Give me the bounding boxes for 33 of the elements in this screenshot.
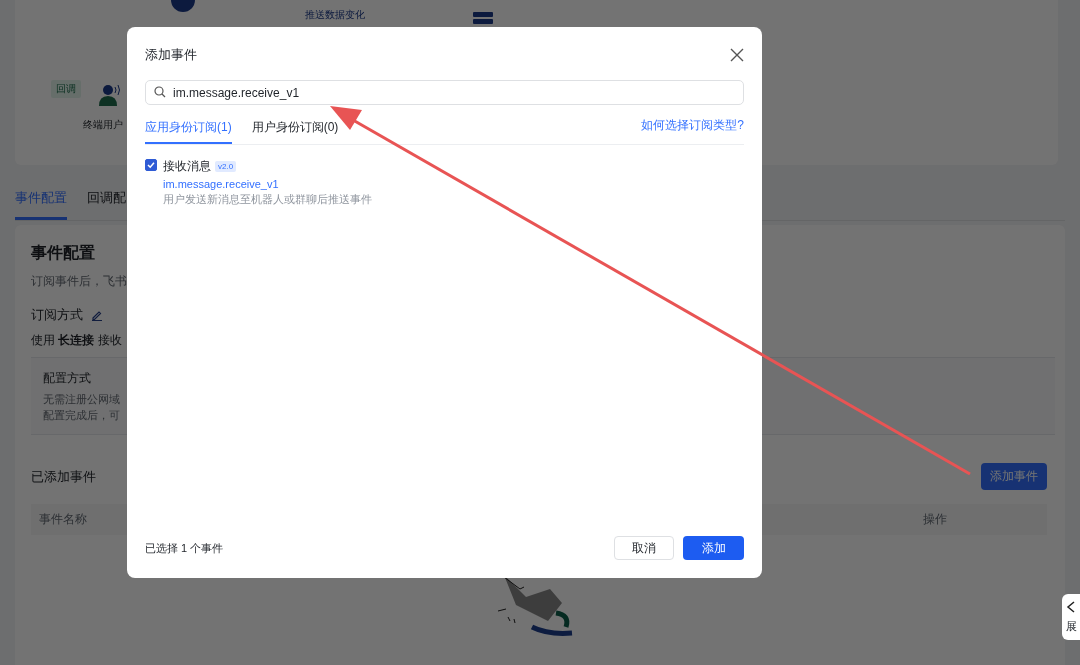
help-link[interactable]: 如何选择订阅类型? [641,117,744,144]
subscription-tab[interactable]: 用户身份订阅(0) [251,119,339,144]
close-icon[interactable] [730,48,744,62]
method-text: 使用 长连接 接收 [31,332,123,349]
side-expand-tab[interactable]: 展 [1062,594,1080,640]
section-description: 订阅事件后，飞书 [31,273,128,290]
config-title: 配置方式 [43,370,92,387]
checkbox[interactable] [145,159,157,171]
cancel-button[interactable]: 取消 [614,536,674,560]
edit-icon[interactable] [91,309,103,321]
added-events-title: 已添加事件 [31,467,96,486]
dialog-title: 添加事件 [145,46,197,64]
page-tab[interactable]: 回调配 [87,186,126,220]
version-badge: v2.0 [215,161,237,172]
search-icon [154,86,166,98]
column-header: 操作 [923,511,947,528]
column-header: 事件名称 [39,511,87,528]
step-label: 推送数据变化 [305,9,365,21]
add-button[interactable]: 添加 [683,536,744,560]
server-icon [473,12,493,24]
section-title: 事件配置 [31,243,96,263]
event-key: im.message.receive_v1 [163,178,372,190]
selection-summary: 已选择 1 个事件 [145,540,224,556]
search-field[interactable]: im.message.receive_v1 [145,80,744,105]
flow-tag: 回调 [51,80,81,98]
side-tab-label: 展 [1065,618,1077,634]
event-name: 接收消息 [163,158,211,175]
chevron-left-icon [1066,600,1076,613]
subscription-tab[interactable]: 应用身份订阅(1) [145,119,232,144]
user-label: 终端用户 [83,118,123,132]
user-icon [99,84,121,106]
method-label: 订阅方式 [31,306,83,324]
event-description: 用户发送新消息至机器人或群聊后推送事件 [163,192,372,207]
